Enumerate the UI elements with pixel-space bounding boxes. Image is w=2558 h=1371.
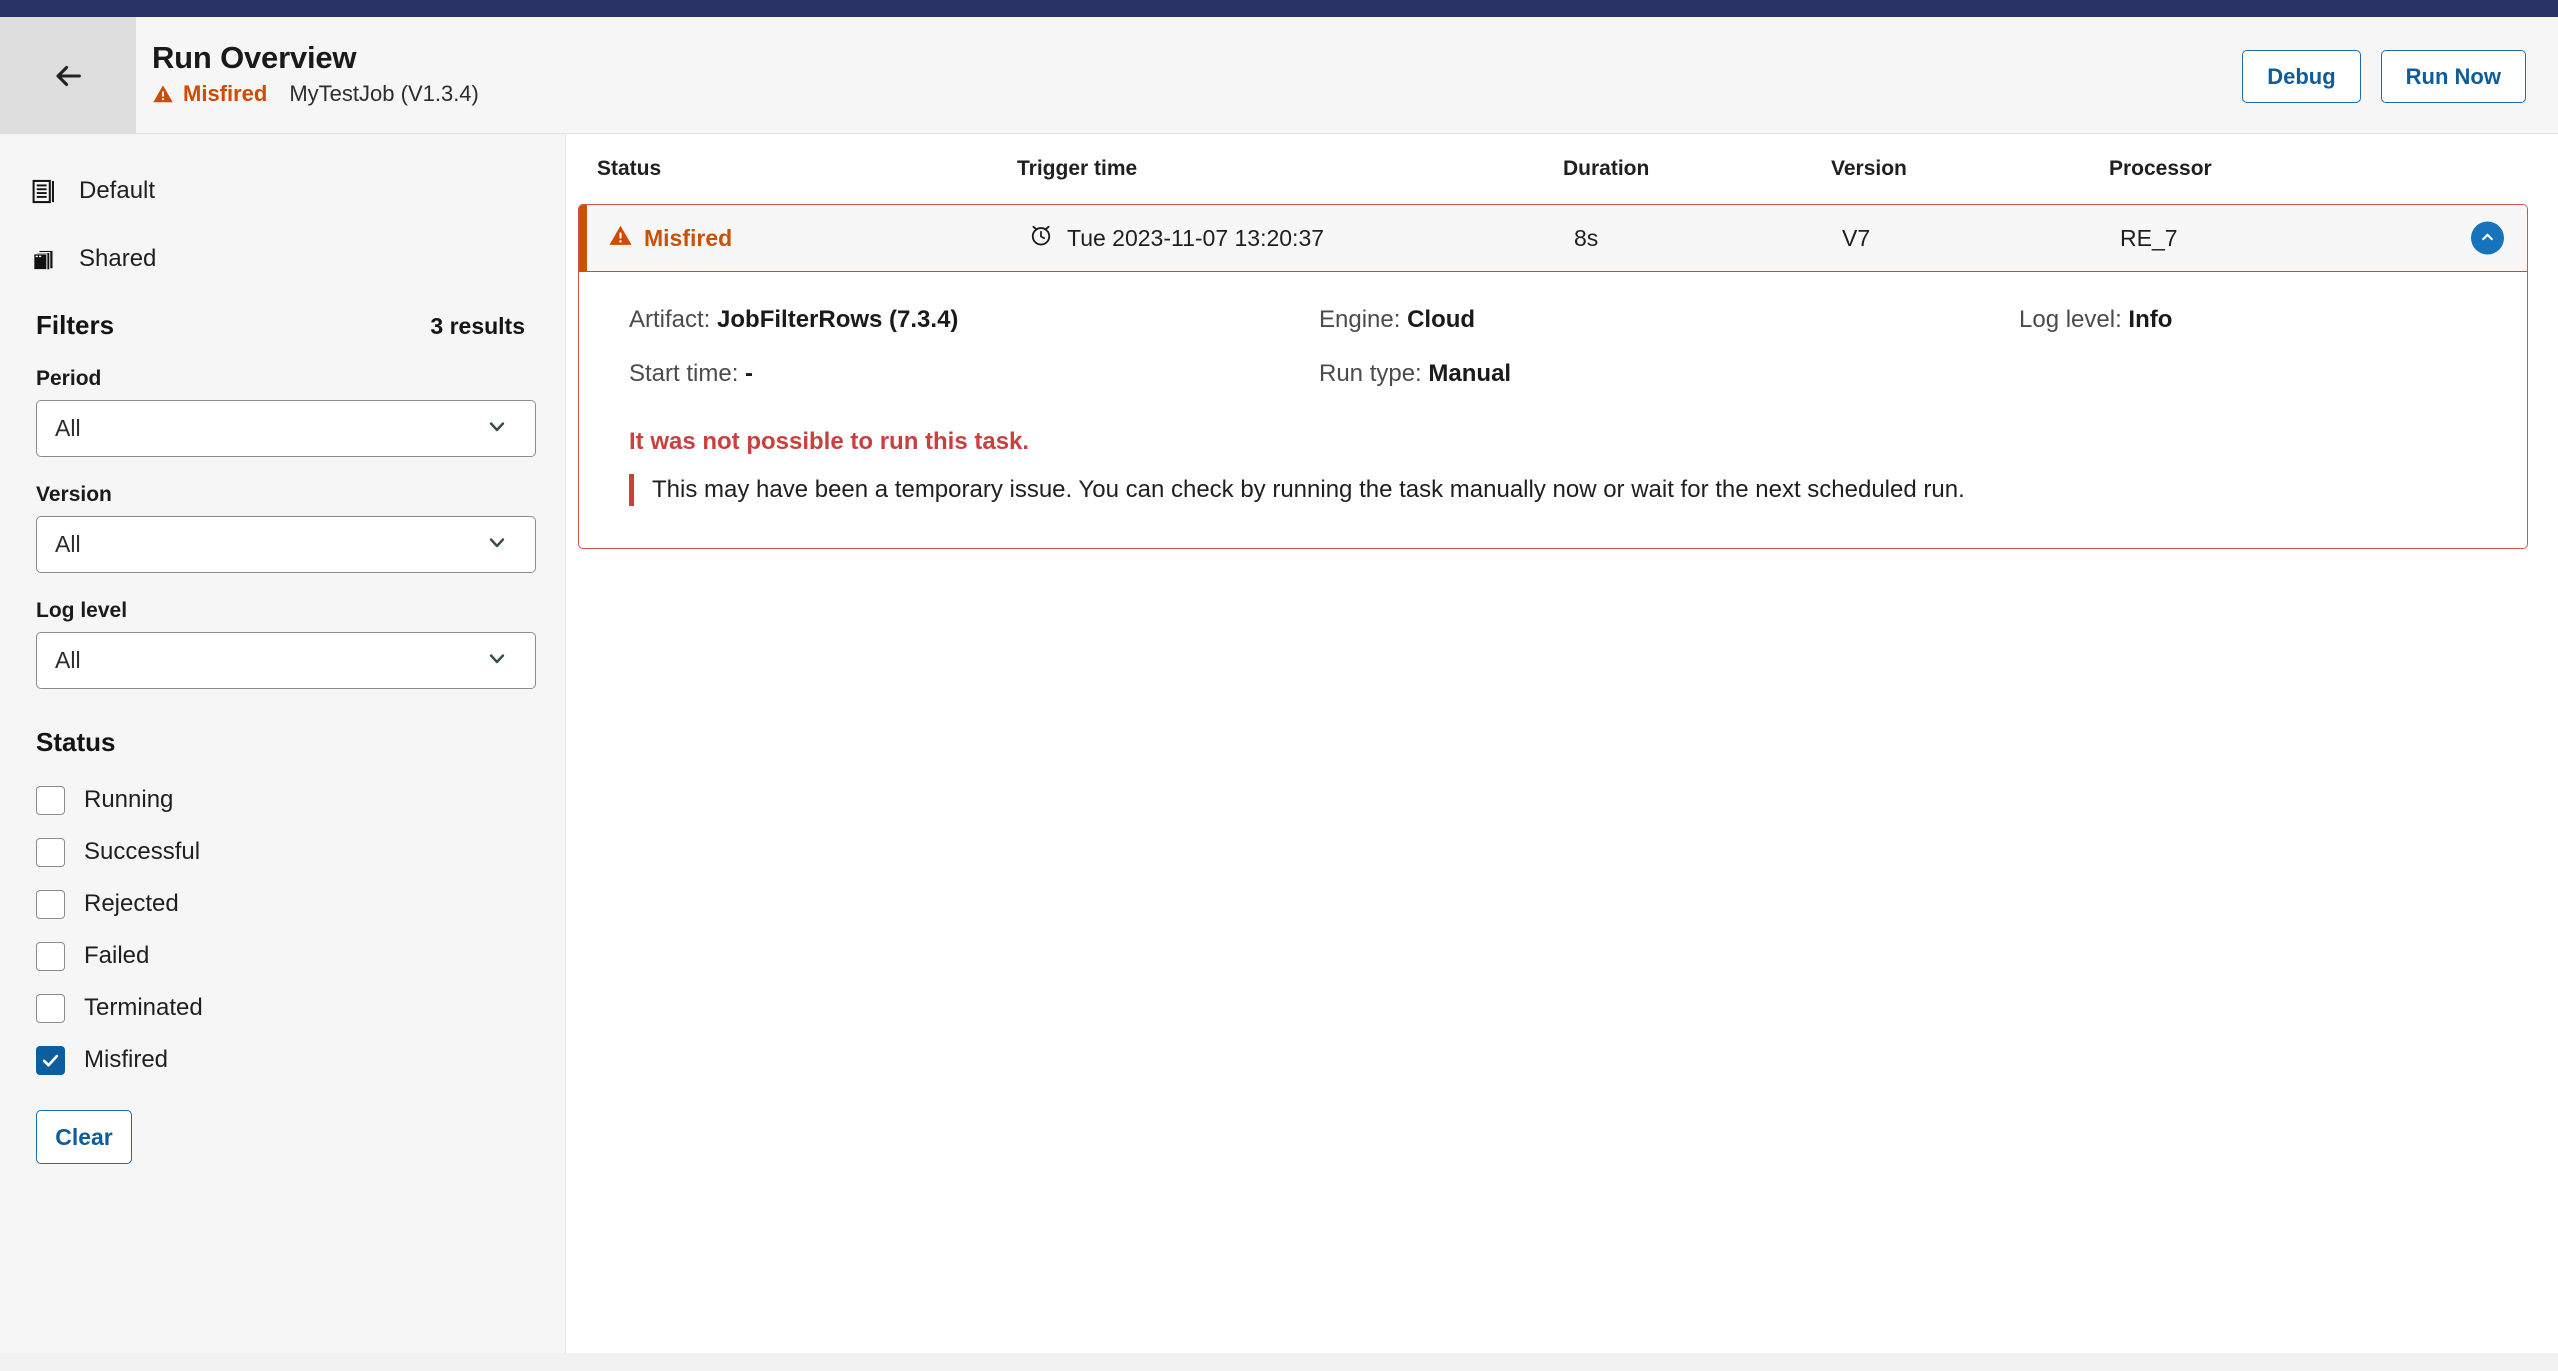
header-subtitle-row: Misfired MyTestJob (V1.3.4) <box>152 81 479 107</box>
row-status-label: Misfired <box>644 224 733 251</box>
status-badge: Misfired <box>183 81 268 106</box>
sidebar-item-default[interactable]: Default <box>0 168 565 214</box>
status-checkbox-label: Misfired <box>84 1046 169 1073</box>
run-card: Misfired Tue 2023-11-07 13:20:37 8s V7 R… <box>578 204 2528 550</box>
filter-version-label: Version <box>36 483 112 506</box>
row-status: Misfired <box>608 223 1028 254</box>
status-filter-group: Status Running Successful Rejected Faile… <box>36 727 529 1086</box>
meta-engine-value: Cloud <box>1407 306 1476 333</box>
page-title: Run Overview <box>152 40 357 75</box>
sidebar: Default Shared Filters 3 results Period … <box>0 134 566 1353</box>
meta-engine-label: Engine: <box>1319 306 1401 333</box>
column-header-processor: Processor <box>2109 157 2212 180</box>
checkbox-box <box>36 785 65 815</box>
checkbox-box <box>36 837 65 867</box>
checkbox-box-checked <box>36 1045 65 1075</box>
status-checkbox-label: Terminated <box>84 994 203 1021</box>
warning-triangle-icon <box>152 83 174 105</box>
header-title-group: Run Overview Misfired MyTestJob (V1.3.4) <box>152 39 479 107</box>
job-name: MyTestJob (V1.3.4) <box>289 81 479 106</box>
run-now-button[interactable]: Run Now <box>2380 50 2526 103</box>
back-button[interactable] <box>0 17 136 134</box>
version-select[interactable]: All <box>36 516 536 573</box>
row-trigger-label: Tue 2023-11-07 13:20:37 <box>1067 224 1325 251</box>
row-version: V7 <box>1842 224 1871 251</box>
meta-start-time-value: - <box>745 360 754 387</box>
column-header-status: Status <box>597 157 662 180</box>
period-select[interactable]: All <box>36 400 536 457</box>
alarm-clock-icon <box>1028 222 1054 254</box>
meta-run-type-value: Manual <box>1428 360 1512 387</box>
meta-artifact-label: Artifact: <box>629 306 711 333</box>
bottom-strip <box>0 1353 2558 1371</box>
log-level-select[interactable]: All <box>36 632 536 689</box>
error-body: This may have been a temporary issue. Yo… <box>629 474 2487 507</box>
checkbox-box <box>36 889 65 919</box>
row-collapse-button[interactable] <box>2471 221 2504 255</box>
status-checkbox-rejected[interactable]: Rejected <box>36 878 529 930</box>
column-header-duration: Duration <box>1563 157 1650 180</box>
list-document-icon <box>30 178 57 205</box>
meta-run-type-label: Run type: <box>1319 360 1422 387</box>
filter-period-label: Period <box>36 367 102 390</box>
status-checkbox-misfired[interactable]: Misfired <box>36 1034 529 1086</box>
meta-log-level-value: Info <box>2128 306 2173 333</box>
stacked-layers-icon <box>30 246 57 273</box>
filter-log-level: Log level All <box>36 599 536 689</box>
sidebar-item-label: Default <box>79 177 156 204</box>
column-header-version: Version <box>1831 157 1907 180</box>
meta-log-level: Log level: Info <box>2019 306 2487 334</box>
warning-triangle-icon <box>608 223 633 254</box>
filter-log-level-label: Log level <box>36 599 128 622</box>
arrow-left-icon <box>51 59 85 93</box>
run-detail-panel: Artifact: JobFilterRows (7.3.4) Engine: … <box>579 272 2527 548</box>
meta-engine: Engine: Cloud <box>1319 306 2019 334</box>
filters-header: Filters 3 results <box>36 310 525 341</box>
header-actions: Debug Run Now <box>2242 50 2526 103</box>
status-checkbox-label: Rejected <box>84 890 179 917</box>
row-processor: RE_7 <box>2120 224 2178 251</box>
top-accent-bar <box>0 0 2558 17</box>
table-row[interactable]: Misfired Tue 2023-11-07 13:20:37 8s V7 R… <box>579 205 2527 272</box>
run-meta-grid: Artifact: JobFilterRows (7.3.4) Engine: … <box>629 306 2487 388</box>
runs-table-header: Status Trigger time Duration Version Pro… <box>567 134 2558 204</box>
meta-run-type: Run type: Manual <box>1319 360 2019 388</box>
meta-start-time: Start time: - <box>629 360 1319 388</box>
status-checkbox-successful[interactable]: Successful <box>36 826 529 878</box>
sidebar-item-label: Shared <box>79 245 157 272</box>
meta-start-time-label: Start time: <box>629 360 739 387</box>
chevron-up-icon <box>2479 228 2496 248</box>
status-checkbox-failed[interactable]: Failed <box>36 930 529 982</box>
status-checkbox-label: Failed <box>84 942 150 969</box>
checkbox-box <box>36 941 65 971</box>
meta-log-level-label: Log level: <box>2019 306 2122 333</box>
sidebar-item-shared[interactable]: Shared <box>0 236 565 282</box>
status-checkbox-running[interactable]: Running <box>36 774 529 826</box>
clear-filters-button[interactable]: Clear <box>36 1110 132 1164</box>
status-checkbox-label: Successful <box>84 838 201 865</box>
results-count: 3 results <box>430 313 525 339</box>
error-title: It was not possible to run this task. <box>629 428 1030 455</box>
debug-button[interactable]: Debug <box>2242 50 2361 103</box>
sidebar-nav: Default Shared <box>0 134 565 282</box>
meta-artifact-value: JobFilterRows (7.3.4) <box>717 306 959 333</box>
column-header-trigger: Trigger time <box>1017 157 1138 180</box>
status-checkbox-label: Running <box>84 786 174 813</box>
row-trigger-time: Tue 2023-11-07 13:20:37 <box>1028 222 1574 254</box>
main-content: Status Trigger time Duration Version Pro… <box>567 134 2558 1353</box>
filters-title: Filters <box>36 310 115 340</box>
checkbox-box <box>36 993 65 1023</box>
meta-artifact: Artifact: JobFilterRows (7.3.4) <box>629 306 1319 334</box>
meta-spacer <box>2019 360 2487 388</box>
filter-version: Version All <box>36 483 536 573</box>
filter-period: Period All <box>36 367 536 457</box>
row-duration: 8s <box>1574 224 1599 251</box>
page-header: Run Overview Misfired MyTestJob (V1.3.4)… <box>0 17 2558 134</box>
status-filter-title: Status <box>36 727 116 757</box>
status-checkbox-terminated[interactable]: Terminated <box>36 982 529 1034</box>
